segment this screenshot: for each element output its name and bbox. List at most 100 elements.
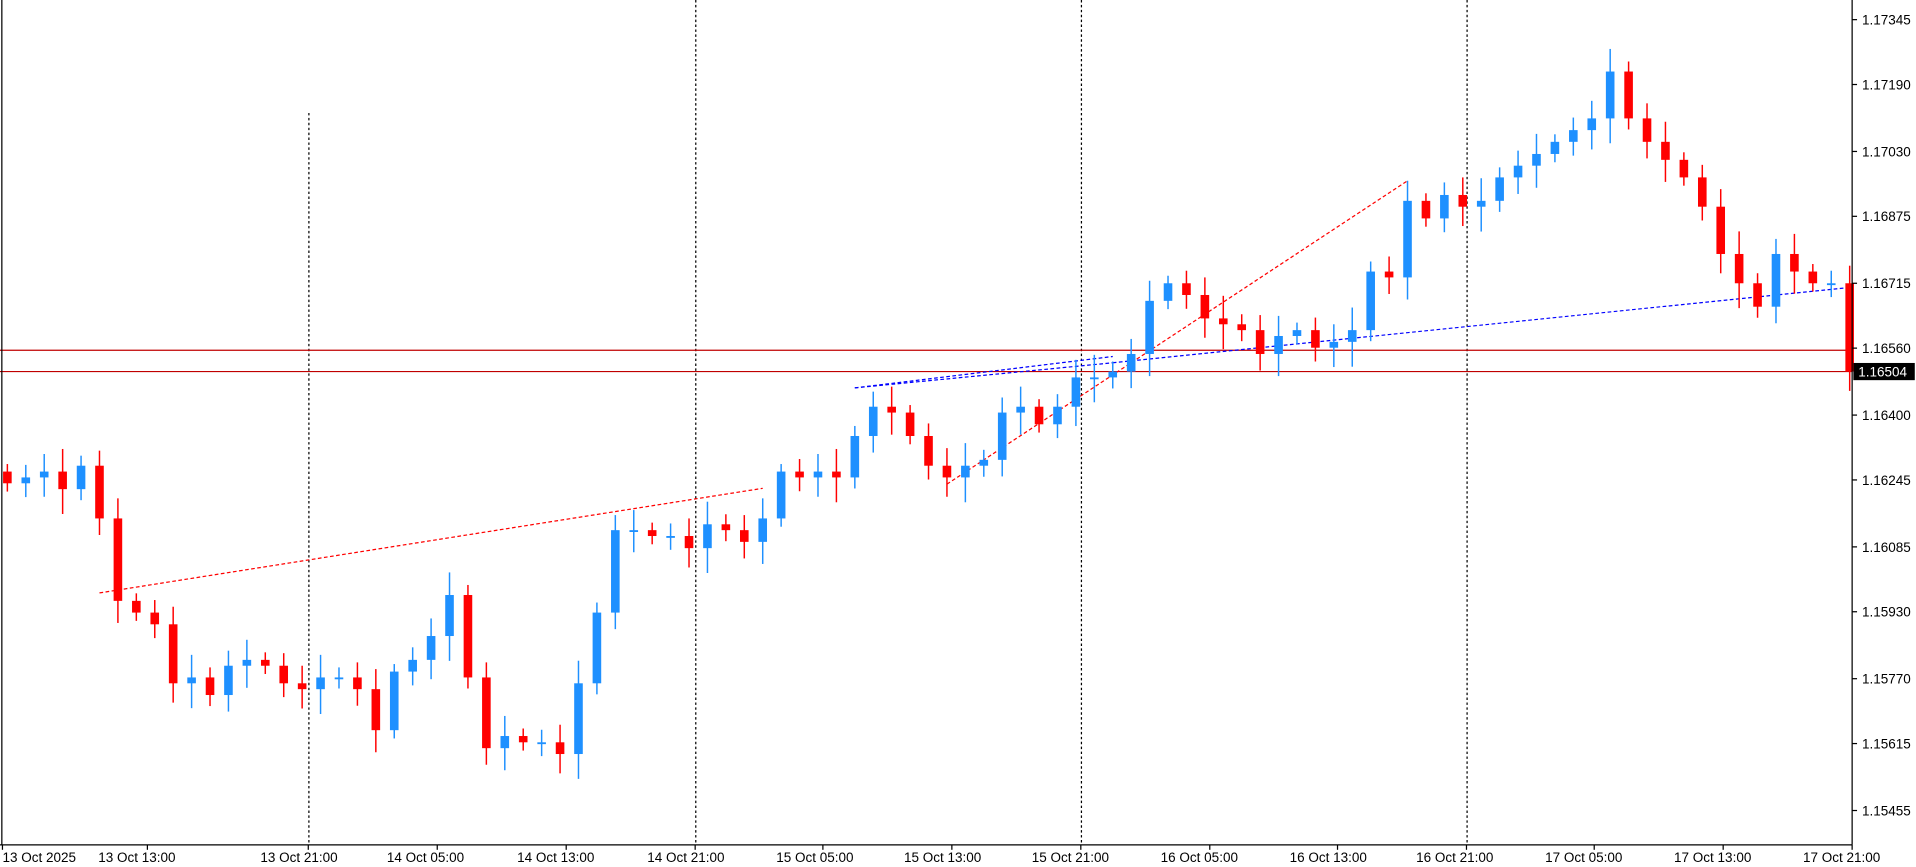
candle-body bbox=[3, 471, 12, 484]
candle-body bbox=[997, 412, 1007, 460]
time-tick-label: 17 Oct 21:00 bbox=[1803, 850, 1880, 865]
candle-body bbox=[1016, 406, 1025, 413]
price-tick-label: 1.15930 bbox=[1862, 605, 1911, 620]
candle-body bbox=[518, 736, 528, 743]
candle-body bbox=[1182, 283, 1191, 295]
candle-body bbox=[1642, 118, 1652, 142]
candle-body bbox=[1145, 300, 1154, 354]
candle-body bbox=[168, 624, 178, 684]
candle-body bbox=[1790, 253, 1799, 272]
candle-body bbox=[1513, 165, 1523, 178]
candle-body bbox=[1384, 271, 1394, 278]
candle-body bbox=[1826, 283, 1836, 286]
candle-body bbox=[924, 436, 933, 466]
candle-body bbox=[334, 677, 344, 680]
candle-body bbox=[39, 471, 49, 478]
candle-body bbox=[445, 595, 454, 637]
price-tick-label: 1.16085 bbox=[1862, 540, 1911, 555]
candlestick-chart[interactable]: 1.17345 1.17190 1.17030 1.16875 1.16715 1.165… bbox=[0, 0, 1916, 867]
candle-body bbox=[389, 671, 399, 731]
candle-body bbox=[1366, 271, 1375, 331]
candle-body bbox=[1440, 194, 1449, 219]
candle-body bbox=[1421, 200, 1431, 219]
candle-body bbox=[1090, 377, 1099, 380]
candle-body bbox=[21, 477, 31, 484]
candle-body bbox=[150, 612, 160, 625]
current-price-tag: 1.16504 bbox=[1853, 362, 1915, 381]
candle-body bbox=[592, 612, 602, 684]
candle-body bbox=[905, 412, 915, 437]
candle-body bbox=[703, 524, 712, 549]
candle-body bbox=[611, 530, 620, 613]
candle-body bbox=[666, 536, 675, 538]
candle-body bbox=[95, 465, 104, 519]
candle-body bbox=[1163, 283, 1173, 301]
candle-body bbox=[316, 677, 325, 690]
candle-body bbox=[758, 518, 768, 542]
price-tick-label: 1.17030 bbox=[1862, 144, 1911, 159]
candle bbox=[463, 584, 473, 689]
candle-body bbox=[132, 600, 141, 613]
candle-body bbox=[1771, 253, 1781, 307]
candle-body bbox=[721, 524, 731, 531]
price-tick-label: 1.17345 bbox=[1862, 13, 1911, 28]
candle-body bbox=[1605, 71, 1615, 119]
candle-body bbox=[1403, 200, 1412, 278]
candle-body bbox=[942, 465, 952, 478]
time-tick-label: 16 Oct 05:00 bbox=[1161, 850, 1238, 865]
candle-body bbox=[1071, 377, 1081, 407]
time-tick-label: 13 Oct 21:00 bbox=[260, 850, 337, 865]
candle-body bbox=[1126, 353, 1136, 372]
time-tick-label: 15 Oct 21:00 bbox=[1032, 850, 1109, 865]
candle-body bbox=[1108, 371, 1118, 378]
candle-body bbox=[1292, 330, 1302, 336]
candle-body bbox=[537, 742, 546, 745]
time-tick-label: 17 Oct 05:00 bbox=[1545, 850, 1622, 865]
price-tick-label: 1.15615 bbox=[1862, 736, 1911, 751]
candle-body bbox=[58, 471, 67, 490]
price-tick-label: 1.16245 bbox=[1862, 473, 1911, 488]
price-tick-label: 1.17190 bbox=[1862, 77, 1911, 92]
candle-body bbox=[832, 471, 841, 478]
candle bbox=[592, 602, 602, 695]
candle-body bbox=[1458, 194, 1468, 207]
candle-body bbox=[113, 518, 123, 601]
candle bbox=[776, 464, 786, 527]
candle-body bbox=[353, 677, 362, 690]
candle-body bbox=[1550, 141, 1560, 154]
time-tick-label: 14 Oct 21:00 bbox=[647, 850, 724, 865]
price-tick-label: 1.15455 bbox=[1862, 803, 1911, 818]
candle-body bbox=[1237, 324, 1247, 331]
candle-body bbox=[1274, 335, 1283, 354]
time-tick-label: 15 Oct 13:00 bbox=[904, 850, 981, 865]
candle-body bbox=[1679, 159, 1689, 178]
candle-body bbox=[1218, 318, 1228, 325]
candle-body bbox=[1587, 118, 1597, 131]
candle-body bbox=[684, 536, 694, 549]
candle-body bbox=[260, 659, 270, 666]
candle-body bbox=[297, 683, 307, 690]
time-tick-label: 16 Oct 13:00 bbox=[1290, 850, 1367, 865]
candle-body bbox=[426, 636, 436, 660]
price-tick-label: 1.16560 bbox=[1862, 341, 1911, 356]
candle bbox=[1366, 261, 1375, 342]
candle-body bbox=[187, 677, 196, 684]
candle-body bbox=[868, 406, 878, 437]
candle-body bbox=[795, 471, 804, 478]
chart-background bbox=[0, 0, 1916, 867]
candle-body bbox=[979, 459, 989, 466]
candle-body bbox=[629, 530, 639, 532]
price-tick-label: 1.16875 bbox=[1862, 209, 1911, 224]
candle-body bbox=[1569, 130, 1578, 142]
candle-body bbox=[242, 659, 252, 666]
candle bbox=[611, 515, 620, 630]
candle-body bbox=[776, 471, 786, 519]
candle-body bbox=[279, 665, 289, 684]
candle-body bbox=[500, 736, 510, 749]
candle-body bbox=[1311, 330, 1320, 348]
candle-body bbox=[1476, 200, 1486, 207]
candle-body bbox=[1053, 406, 1062, 425]
candle-body bbox=[1753, 283, 1762, 307]
time-tick-label: 17 Oct 13:00 bbox=[1674, 850, 1751, 865]
time-tick-label: 14 Oct 05:00 bbox=[387, 850, 464, 865]
